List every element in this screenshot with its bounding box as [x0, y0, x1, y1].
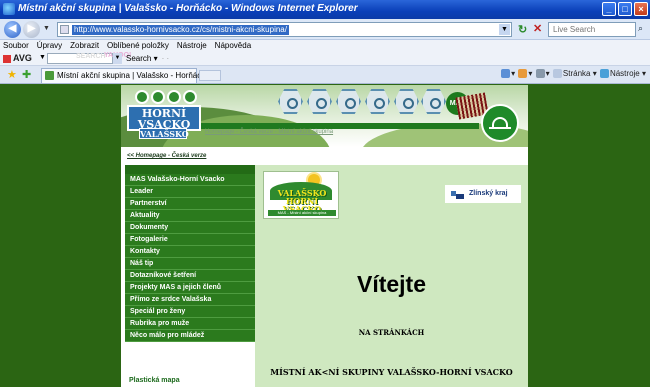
house-circle-icon	[135, 90, 149, 104]
sidebar-header	[125, 165, 255, 174]
menu-bar: Soubor Úpravy Zobrazit Oblíbené položky Nást…	[0, 40, 650, 52]
menu-edit[interactable]: Úpravy	[37, 40, 62, 52]
minimize-button[interactable]: _	[602, 2, 616, 16]
yahoo-logo: YAHOO! SEARCH	[76, 52, 131, 60]
page-menu-icon	[552, 69, 562, 79]
logo-caption: MAS - Místní akční skupina	[268, 210, 336, 216]
window-title: Místní akční skupina | Valašsko - Horňác…	[18, 3, 358, 14]
site-header-banner: MAS HORNÍ VSACKO VALAŠSKO Homepage - Čes…	[121, 85, 528, 147]
close-button[interactable]: ×	[634, 2, 648, 16]
hex-nav-icon-1[interactable]	[278, 89, 303, 114]
nav-item-partnerstvi[interactable]: Partnerství	[125, 198, 255, 210]
search-button[interactable]: Search ▾ · ·	[126, 54, 169, 63]
tab-active[interactable]: Místní akční skupina | Valašsko - Horňác…	[41, 68, 210, 83]
nav-item-rubrika-pro-muze[interactable]: Rubrika pro muže	[125, 318, 255, 330]
nav-item-primo-ze-srdce[interactable]: Přímo ze srdce Valašska	[125, 294, 255, 306]
tools-menu-button[interactable]: Nástroje	[610, 69, 640, 78]
yahoo-dropdown-icon[interactable]: ▼	[113, 53, 122, 64]
sidebar: MAS Valašsko-Horní Vsacko Leader Partner…	[125, 165, 255, 387]
nav-item-fotogalerie[interactable]: Fotogalerie	[125, 234, 255, 246]
nav-item-dotaznikove-setreni[interactable]: Dotazníkové šetření	[125, 270, 255, 282]
tab-title: Místní akční skupina | Valašsko - Horňác…	[57, 71, 210, 80]
hex-nav-icon-6[interactable]	[421, 89, 446, 114]
menu-view[interactable]: Zobrazit	[70, 40, 99, 52]
nav-item-aktuality[interactable]: Aktuality	[125, 210, 255, 222]
tools-menu-icon	[599, 69, 609, 79]
new-tab-button[interactable]	[199, 70, 221, 81]
print-icon[interactable]	[535, 69, 545, 79]
addon-toolbar: AVG ▼ YAHOO! SEARCH ▼ Search ▾· ·	[0, 52, 650, 66]
church-circle-icon	[151, 90, 165, 104]
menu-help[interactable]: Nápověda	[215, 40, 251, 52]
live-search-input[interactable]	[549, 23, 635, 36]
nav-item-kontakty[interactable]: Kontakty	[125, 246, 255, 258]
avg-dropdown-icon[interactable]: ▼	[39, 54, 46, 61]
menu-file[interactable]: Soubor	[3, 40, 29, 52]
yahoo-search-box[interactable]: YAHOO! SEARCH	[47, 52, 131, 64]
avg-button[interactable]: AVG	[3, 53, 32, 63]
history-dropdown-icon[interactable]: ▼	[43, 25, 50, 32]
nav-item-mas[interactable]: MAS Valašsko-Horní Vsacko	[125, 174, 255, 186]
valassko-logo[interactable]: VALAŠSKO	[139, 128, 189, 139]
breadcrumb[interactable]: Homepage - Česká verze - Místní akční sk…	[205, 129, 333, 135]
live-search-box[interactable]	[548, 22, 636, 37]
valassko-main-logo[interactable]: VALAŠSKO HORNÍ VSACKO MAS - Místní akční …	[263, 171, 339, 219]
tab-bar: ★ ✚ Místní akční skupina | Valašsko - Ho…	[0, 66, 650, 84]
window-title-bar[interactable]: Místní akční skupina | Valašsko - Horňác…	[0, 0, 650, 19]
address-dropdown-icon[interactable]: ▼	[499, 24, 510, 35]
hex-nav-icon-5[interactable]	[394, 89, 419, 114]
web-page: MAS HORNÍ VSACKO VALAŠSKO Homepage - Čes…	[0, 85, 650, 387]
nav-item-dokumenty[interactable]: Dokumenty	[125, 222, 255, 234]
nav-item-special-pro-zeny[interactable]: Speciál pro ženy	[125, 306, 255, 318]
zlin-logo-icon	[456, 194, 464, 199]
home-icon[interactable]	[501, 69, 511, 79]
hat-logo-icon	[481, 104, 519, 142]
welcome-subtitle: NA STRÁNKÁCH	[358, 328, 425, 337]
plasticka-mapa-link[interactable]: Plastická mapa	[129, 377, 180, 384]
command-bar: ▾ ▾ ▾ Stránka ▾ Nástroje ▾	[500, 69, 646, 79]
page-icon	[60, 25, 69, 34]
feeds-icon[interactable]	[518, 69, 528, 79]
welcome-heading: Vítejte	[356, 271, 427, 297]
menu-favorites[interactable]: Oblíbené položky	[107, 40, 169, 52]
address-bar[interactable]: http://www.valassko-hornivsacko.cz/cs/mi…	[57, 22, 512, 37]
favorites-star-icon[interactable]: ★	[7, 68, 17, 81]
avg-logo-icon	[3, 54, 11, 63]
refresh-icon[interactable]: ↻	[518, 23, 527, 36]
nav-menu: MAS Valašsko-Horní Vsacko Leader Partner…	[125, 174, 255, 342]
hex-nav-icon-3[interactable]	[336, 89, 361, 114]
welcome-subtitle-2: MÍSTNÍ AK<NÍ SKUPINY VALAŠSKO-HORNÍ VSAC…	[270, 367, 513, 377]
site-container: MAS HORNÍ VSACKO VALAŠSKO Homepage - Čes…	[121, 85, 528, 387]
people-circle-icon	[183, 90, 197, 104]
hex-nav-icon-4[interactable]	[365, 89, 390, 114]
ie-logo-icon	[3, 3, 15, 15]
back-button[interactable]: ◀	[4, 21, 21, 38]
hex-nav-icon-2[interactable]	[307, 89, 332, 114]
page-menu-button[interactable]: Stránka	[563, 69, 591, 78]
nav-item-pro-mladez[interactable]: Něco málo pro mládež	[125, 330, 255, 342]
menu-tools[interactable]: Nástroje	[177, 40, 207, 52]
nav-item-projekty[interactable]: Projekty MAS a jejich členů	[125, 282, 255, 294]
stop-icon[interactable]: ✕	[533, 22, 542, 35]
forward-button[interactable]: ▶	[23, 21, 40, 38]
search-go-icon[interactable]: ⌕	[638, 23, 643, 34]
main-content: VALAŠSKO HORNÍ VSACKO MAS - Místní akční …	[255, 165, 528, 387]
homepage-link[interactable]: << Homepage - Česká verze	[127, 153, 206, 159]
zlinsky-kraj-logo[interactable]: Zlínský kraj	[445, 185, 521, 203]
add-favorites-icon[interactable]: ✚	[22, 68, 31, 81]
site-favicon-icon	[45, 71, 54, 80]
maximize-button[interactable]: □	[618, 2, 632, 16]
tree-circle-icon	[167, 90, 181, 104]
nav-item-nas-tip[interactable]: Náš tip	[125, 258, 255, 270]
address-url[interactable]: http://www.valassko-hornivsacko.cz/cs/mi…	[72, 25, 289, 35]
nav-item-leader[interactable]: Leader	[125, 186, 255, 198]
address-toolbar: ◀ ▶ ▼ http://www.valassko-hornivsacko.cz…	[0, 19, 650, 40]
